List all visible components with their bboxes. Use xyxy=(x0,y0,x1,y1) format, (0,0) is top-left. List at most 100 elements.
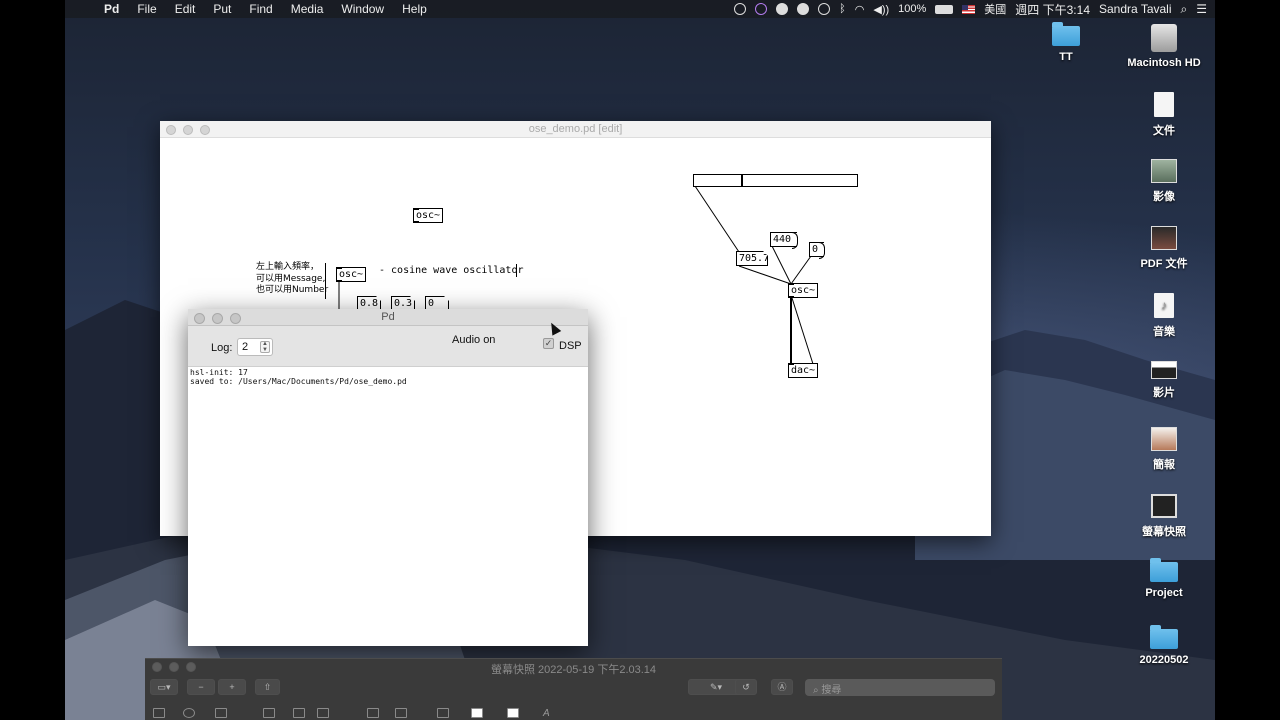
desktop-icon-project[interactable]: Project xyxy=(1124,558,1204,599)
balloon-status-icon[interactable] xyxy=(797,3,810,15)
time-machine-icon[interactable] xyxy=(818,3,831,15)
desktop-icon-documents[interactable]: 文件 xyxy=(1124,92,1204,138)
volume-icon[interactable]: ◀)) xyxy=(873,3,889,16)
rotate-button[interactable]: ↺ xyxy=(735,679,757,695)
desktop-icon-images[interactable]: 影像 xyxy=(1124,159,1204,204)
stepper-arrows-icon[interactable]: ▲ ▼ xyxy=(260,341,270,353)
console-log[interactable]: hsl-init: 17 saved to: /Users/Mac/Docume… xyxy=(188,367,588,387)
desktop-icon-movies[interactable]: 影片 xyxy=(1124,361,1204,400)
message-box[interactable]: 440 xyxy=(770,232,799,249)
pd-main-window[interactable]: Pd Log: 2 ▲ ▼ Audio on ✓ DSP hsl-init: 17… xyxy=(188,309,588,646)
menu-find[interactable]: Find xyxy=(240,2,281,16)
slides-icon xyxy=(1151,427,1177,451)
log-level-stepper[interactable]: 2 ▲ ▼ xyxy=(237,338,273,356)
folder-icon xyxy=(1052,22,1080,46)
notification-center-icon[interactable]: ☰ xyxy=(1196,2,1207,16)
wire xyxy=(694,185,740,253)
adjust-size-tool-icon[interactable] xyxy=(395,708,407,718)
pd-window-toolbar: Log: 2 ▲ ▼ Audio on ✓ DSP xyxy=(188,326,588,367)
pdf-icon xyxy=(1151,226,1177,250)
annotate-button[interactable]: Ⓐ xyxy=(771,679,793,695)
menu-bar: Pd File Edit Put Find Media Window Help … xyxy=(65,0,1215,18)
desktop-icon-slides[interactable]: 簡報 xyxy=(1124,427,1204,472)
input-source[interactable]: 美國 xyxy=(984,1,1006,17)
dsp-checkbox[interactable]: ✓ xyxy=(543,338,554,349)
number-box[interactable]: 705.7 xyxy=(736,251,768,266)
rect-select-tool-icon[interactable] xyxy=(153,708,165,718)
app-status-icon[interactable] xyxy=(755,3,768,15)
pd-window-titlebar[interactable]: Pd xyxy=(188,309,588,326)
flag-icon xyxy=(962,4,976,14)
preview-window-title: 螢幕快照 2022-05-19 下午2.03.14 xyxy=(490,664,657,676)
text-tool-icon[interactable] xyxy=(293,708,305,718)
console-line: hsl-init: 17 xyxy=(190,368,248,377)
menu-edit[interactable]: Edit xyxy=(166,2,205,16)
record-status-icon[interactable] xyxy=(734,3,747,15)
shapes-tool-icon[interactable] xyxy=(263,708,275,718)
menu-app[interactable]: Pd xyxy=(95,2,128,16)
menu-put[interactable]: Put xyxy=(204,2,240,16)
m-status-icon[interactable] xyxy=(776,3,789,15)
wire xyxy=(791,297,814,365)
desktop-icon-pdf[interactable]: PDF 文件 xyxy=(1124,226,1204,271)
slider-knob[interactable] xyxy=(741,175,743,186)
comment-freq-input[interactable]: 左上輸入頻率， 可以用Message, 也可以用Number xyxy=(256,262,328,297)
comment-osc-description[interactable]: - cosine wave oscillator xyxy=(379,265,524,277)
movie-icon xyxy=(1151,361,1177,379)
sign-tool-icon[interactable] xyxy=(317,708,329,718)
desktop-icon-screenshots[interactable]: 螢幕快照 xyxy=(1124,494,1204,539)
menu-media[interactable]: Media xyxy=(282,2,333,16)
shape-style-tool-icon[interactable] xyxy=(437,708,449,718)
audio-status: Audio on xyxy=(452,334,496,346)
horizontal-slider[interactable] xyxy=(693,174,858,187)
preview-titlebar[interactable]: 螢幕快照 2022-05-19 下午2.03.14 xyxy=(145,659,1002,676)
share-button[interactable]: ⇧ xyxy=(255,679,280,695)
fill-color-tool-icon[interactable] xyxy=(507,708,519,718)
desktop-icon-tt[interactable]: TT xyxy=(1026,22,1106,63)
document-icon xyxy=(1154,92,1174,117)
hard-drive-icon xyxy=(1151,24,1177,52)
dac-object[interactable]: dac~ xyxy=(788,363,819,378)
message-box[interactable]: 0 xyxy=(809,242,826,259)
menu-file[interactable]: File xyxy=(128,2,165,16)
folder-icon xyxy=(1150,558,1178,582)
text-cursor xyxy=(516,264,517,277)
image-icon xyxy=(1151,159,1177,183)
clock[interactable]: 週四 下午3:14 xyxy=(1015,1,1090,18)
battery-percent[interactable]: 100% xyxy=(898,3,926,15)
desktop-icon-macintosh-hd[interactable]: Macintosh HD xyxy=(1124,24,1204,69)
console-line: saved to: /Users/Mac/Documents/Pd/ose_de… xyxy=(190,377,407,386)
border-color-tool-icon[interactable] xyxy=(471,708,483,718)
dsp-label: DSP xyxy=(559,340,582,352)
wire xyxy=(790,255,812,285)
adjust-color-tool-icon[interactable] xyxy=(367,708,379,718)
comment-edit-bar xyxy=(325,263,326,299)
osc-object[interactable]: osc~ xyxy=(788,283,819,298)
menu-help[interactable]: Help xyxy=(393,2,436,16)
desktop-icon-20220502[interactable]: 20220502 xyxy=(1124,625,1204,666)
instant-alpha-tool-icon[interactable] xyxy=(183,708,195,718)
sidebar-toggle-button[interactable]: ▭▾ xyxy=(150,679,178,695)
wifi-icon[interactable]: ◠ xyxy=(855,3,865,16)
patch-window-titlebar[interactable]: ose_demo.pd [edit] xyxy=(160,121,991,138)
zoom-out-button[interactable]: − xyxy=(187,679,215,695)
osc-object[interactable]: osc~ xyxy=(413,208,444,223)
text-style-tool-icon[interactable]: A xyxy=(543,708,555,719)
pd-window-title: Pd xyxy=(381,311,395,323)
bluetooth-icon[interactable]: ᛒ xyxy=(839,3,846,15)
battery-icon[interactable] xyxy=(935,4,954,14)
music-icon: ♪ xyxy=(1154,293,1174,318)
folder-icon xyxy=(1150,625,1178,649)
patch-window-title: ose_demo.pd [edit] xyxy=(528,123,623,135)
log-label: Log: xyxy=(211,342,233,354)
sketch-tool-icon[interactable] xyxy=(215,708,227,718)
osc-object[interactable]: osc~ xyxy=(336,267,367,282)
menu-window[interactable]: Window xyxy=(332,2,393,16)
user-name[interactable]: Sandra Tavali xyxy=(1099,2,1172,16)
search-input[interactable]: ⌕ 搜尋 xyxy=(805,679,995,696)
spotlight-search-icon[interactable]: ⌕ xyxy=(1181,2,1188,17)
desktop-icon-music[interactable]: ♪ 音樂 xyxy=(1124,293,1204,339)
preview-window[interactable]: 螢幕快照 2022-05-19 下午2.03.14 ▭▾ − + ⇧ ✎▾ ↺ … xyxy=(145,658,1002,720)
zoom-in-button[interactable]: + xyxy=(218,679,246,695)
screenshot-icon xyxy=(1151,494,1177,518)
